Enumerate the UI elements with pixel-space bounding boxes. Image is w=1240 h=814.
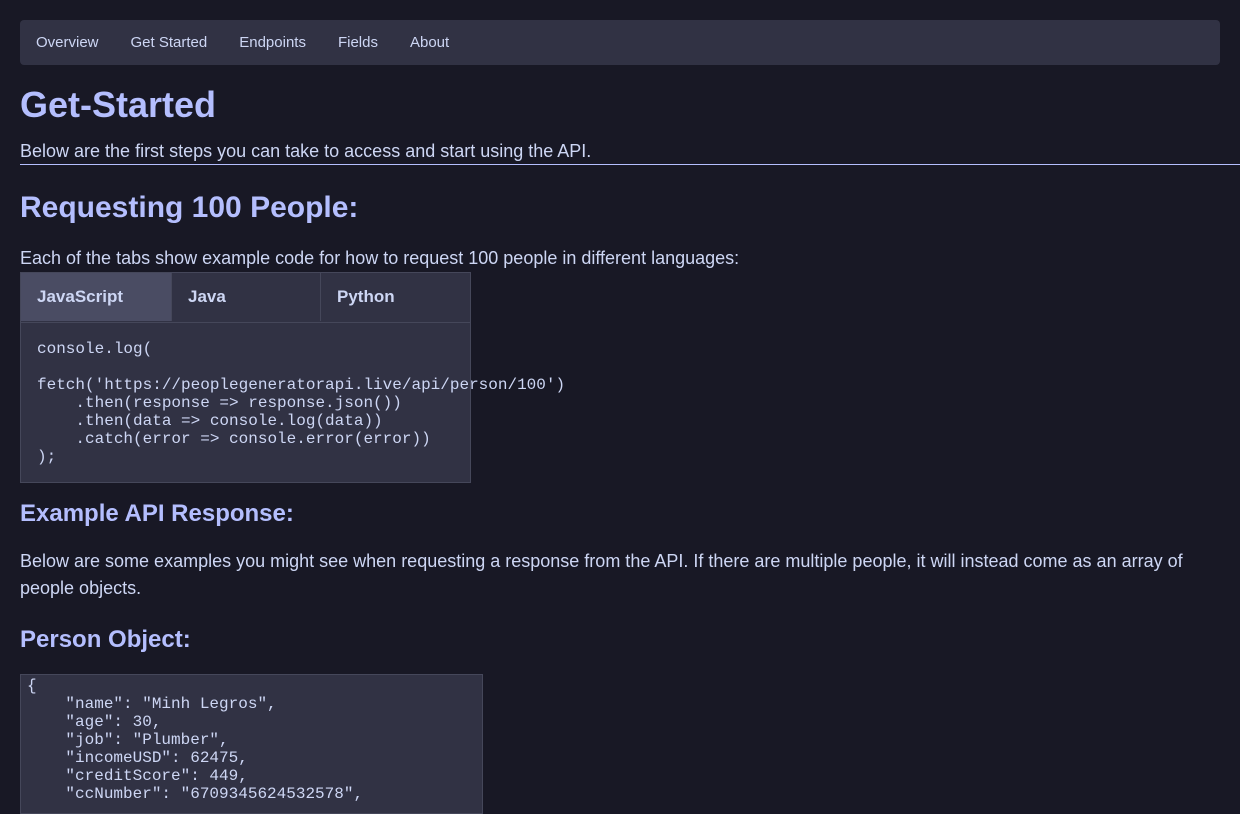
requesting-description: Each of the tabs show example code for h… [20, 248, 740, 268]
nav-overview-link[interactable]: Overview [36, 34, 99, 51]
nav-endpoints-link[interactable]: Endpoints [239, 34, 306, 51]
nav-get-started-link[interactable]: Get Started [131, 34, 208, 51]
person-json-block: { "name": "Minh Legros", "age": 30, "job… [20, 674, 483, 814]
code-tabs-panel: JavaScript Java Python console.log( fetc… [20, 272, 565, 483]
nav-fields-link[interactable]: Fields [338, 34, 378, 51]
page-title: Get-Started [20, 84, 217, 125]
example-response-heading: Example API Response: [20, 500, 294, 527]
top-navbar: Overview Get Started Endpoints Fields Ab… [20, 20, 1220, 65]
tab-javascript[interactable]: JavaScript [21, 273, 172, 321]
requesting-heading: Requesting 100 People: [20, 191, 359, 224]
example-response-description: Below are some examples you might see wh… [20, 551, 1183, 598]
javascript-code-block: console.log( fetch('https://peoplegenera… [37, 340, 566, 466]
page-subtitle: Below are the first steps you can take t… [20, 139, 1240, 165]
nav-about-link[interactable]: About [410, 34, 449, 51]
tab-bar: JavaScript Java Python [21, 273, 470, 323]
tab-java[interactable]: Java [172, 273, 321, 321]
person-object-heading: Person Object: [20, 626, 191, 653]
tab-python[interactable]: Python [321, 273, 470, 321]
person-json-code: { "name": "Minh Legros", "age": 30, "job… [27, 677, 364, 803]
